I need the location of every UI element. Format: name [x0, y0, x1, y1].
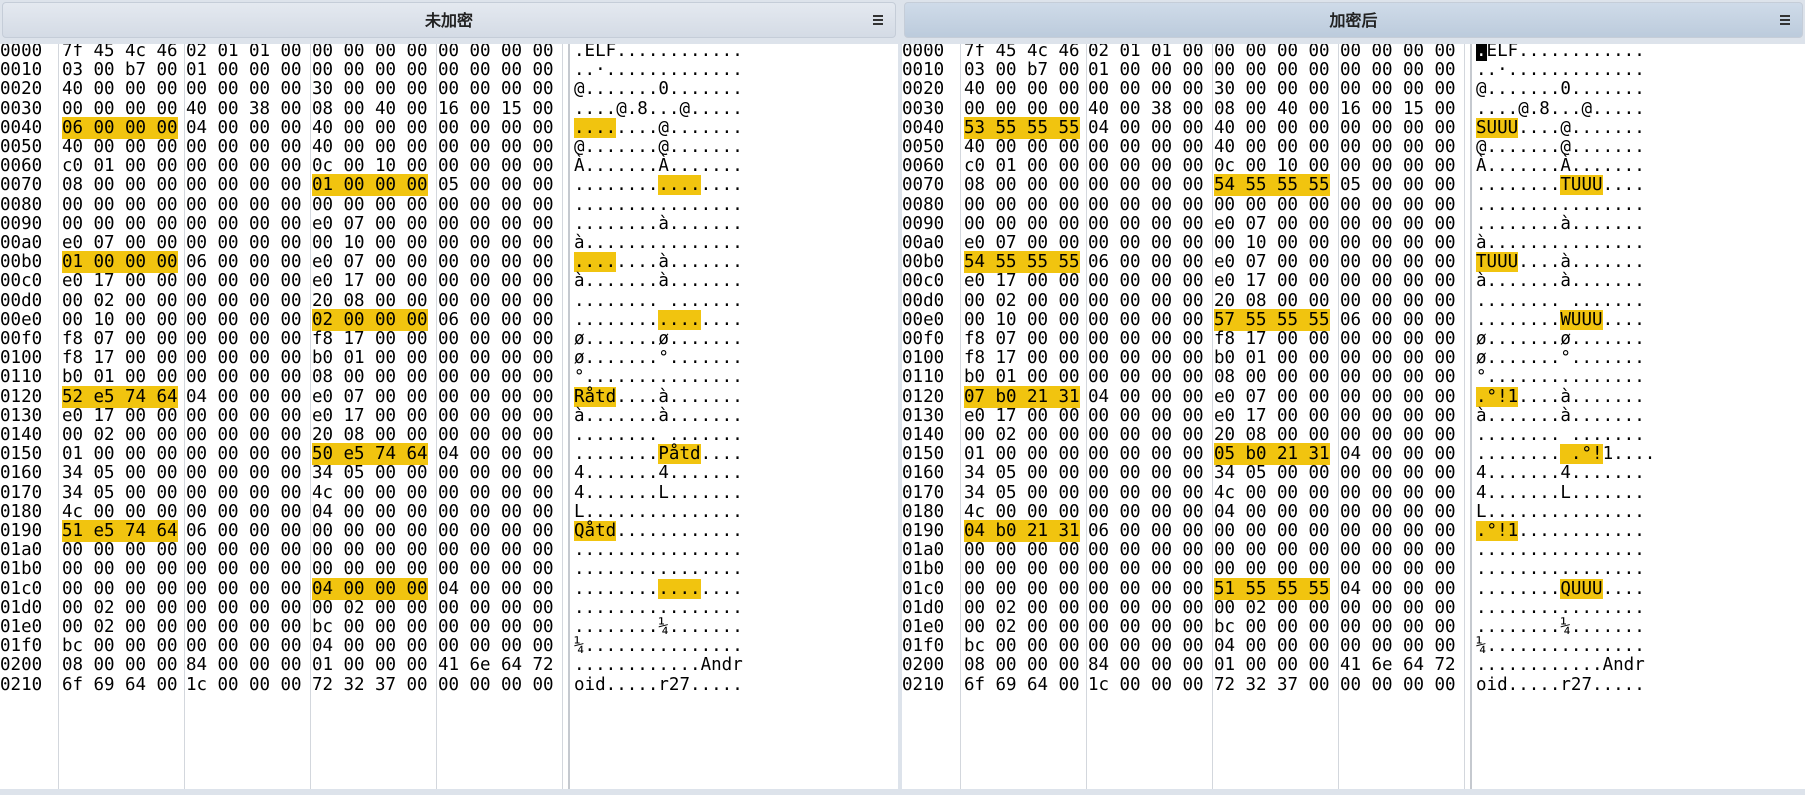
hex-byte[interactable]: 00: [249, 674, 270, 696]
hex-byte[interactable]: 00: [1340, 674, 1361, 696]
hex-byte[interactable]: 72: [1214, 674, 1235, 696]
hex-byte[interactable]: 00: [1120, 674, 1141, 696]
hex-byte[interactable]: 00: [1059, 674, 1080, 696]
column-separator: [58, 44, 59, 789]
hex-byte[interactable]: 64: [125, 674, 146, 696]
hex-byte[interactable]: 69: [94, 674, 115, 696]
hex-byte[interactable]: 1c: [186, 674, 207, 696]
hamburger-menu-icon[interactable]: [873, 13, 883, 25]
hex-byte[interactable]: 00: [533, 674, 554, 696]
hex-byte[interactable]: 6f: [62, 674, 83, 696]
row-address: 0210: [902, 674, 945, 695]
hex-byte[interactable]: 00: [407, 674, 428, 696]
unencrypted-pane: 未加密 0000 7f 45 4c 46 02 01 01 00 00 00 00 00 00 00 00 00…: [0, 0, 898, 795]
hex-byte-group[interactable]: 1c 00 00 00: [1088, 674, 1232, 696]
hex-viewer-unencrypted[interactable]: 0000 7f 45 4c 46 02 01 01 00 00 00 00 00 00 00 00 00 .ELF…: [0, 44, 898, 789]
hex-byte[interactable]: 00: [470, 674, 491, 696]
hex-byte[interactable]: 00: [1403, 674, 1424, 696]
hex-byte-group[interactable]: 6f 69 64 00: [62, 674, 206, 696]
hex-byte-group[interactable]: 1c 00 00 00: [186, 674, 330, 696]
hex-byte[interactable]: 00: [1309, 674, 1330, 696]
pane-title-encrypted: 加密后: [1329, 11, 1378, 30]
column-separator: [960, 44, 961, 789]
hex-byte-group[interactable]: 00 00 00 00: [438, 674, 582, 696]
hex-byte[interactable]: 32: [1246, 674, 1267, 696]
pane-title-unencrypted: 未加密: [424, 11, 473, 30]
hex-byte[interactable]: 00: [281, 674, 302, 696]
hex-byte[interactable]: 00: [1372, 674, 1393, 696]
hex-byte[interactable]: 37: [375, 674, 396, 696]
pane-header-encrypted: 加密后: [904, 2, 1803, 38]
hex-byte[interactable]: 6f: [964, 674, 985, 696]
hex-byte-group[interactable]: 00 00 00 00: [1340, 674, 1484, 696]
ascii-text[interactable]: oid.....r27.....: [574, 674, 743, 696]
hex-byte-group[interactable]: 72 32 37 00: [312, 674, 456, 696]
pane-header-unencrypted: 未加密: [2, 2, 896, 38]
hex-byte[interactable]: 32: [344, 674, 365, 696]
hex-byte[interactable]: 64: [1027, 674, 1048, 696]
hex-byte-group[interactable]: 6f 69 64 00: [964, 674, 1108, 696]
hex-byte[interactable]: 00: [157, 674, 178, 696]
encrypted-pane: 加密后 0000 7f 45 4c 46 02 01 01 00 00 00 00 00 00 00 00 00…: [902, 0, 1805, 795]
hex-byte[interactable]: 69: [996, 674, 1017, 696]
row-address: 0210: [0, 674, 43, 695]
hex-byte[interactable]: 37: [1277, 674, 1298, 696]
hex-byte[interactable]: 72: [312, 674, 333, 696]
ascii-text[interactable]: oid.....r27.....: [1476, 674, 1645, 696]
hex-byte-group[interactable]: 72 32 37 00: [1214, 674, 1358, 696]
hex-viewer-encrypted[interactable]: 0000 7f 45 4c 46 02 01 01 00 00 00 00 00 00 00 00 00 .ELF…: [902, 44, 1805, 789]
hex-byte[interactable]: 1c: [1088, 674, 1109, 696]
hex-byte[interactable]: 00: [1435, 674, 1456, 696]
hamburger-menu-icon[interactable]: [1780, 13, 1790, 25]
hex-byte[interactable]: 00: [1151, 674, 1172, 696]
hex-byte[interactable]: 00: [501, 674, 522, 696]
hex-byte[interactable]: 00: [438, 674, 459, 696]
hex-byte[interactable]: 00: [1183, 674, 1204, 696]
hex-byte[interactable]: 00: [218, 674, 239, 696]
